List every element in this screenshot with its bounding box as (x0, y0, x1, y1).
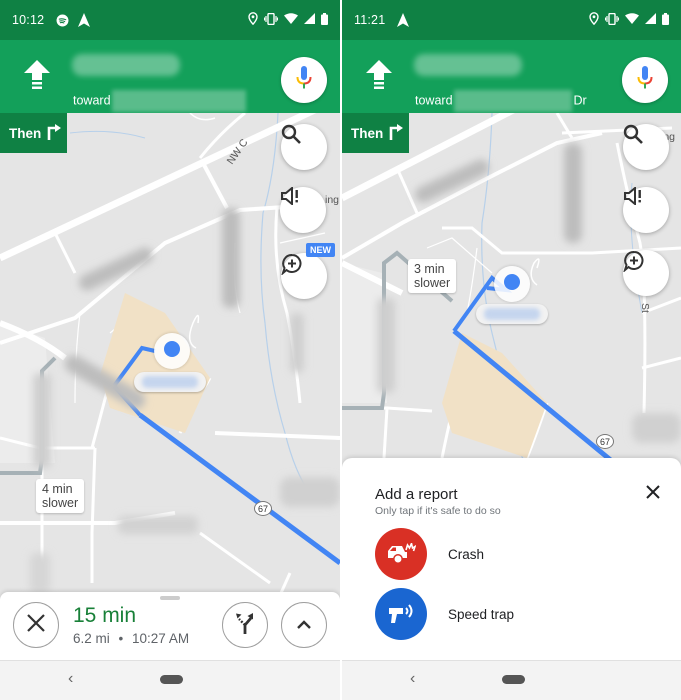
crash-icon (375, 528, 427, 580)
add-report-button[interactable] (623, 250, 669, 296)
sound-alert-button[interactable] (623, 187, 669, 233)
street-label-2: ing (325, 194, 339, 206)
sound-alert-button[interactable] (280, 187, 326, 233)
location-pin-icon (248, 12, 258, 28)
alt-route-time: 3 min (414, 262, 445, 276)
google-mic-icon (637, 65, 653, 95)
report-subtitle: Only tap if it's safe to do so (375, 505, 501, 517)
vibrate-icon (263, 12, 279, 28)
new-badge: NEW (306, 243, 335, 257)
current-location-label (134, 372, 206, 392)
separator-dot: • (118, 631, 124, 646)
status-time: 10:12 (12, 13, 45, 27)
crash-label: Crash (448, 546, 485, 562)
turn-right-icon (47, 123, 62, 143)
voice-search-button[interactable] (281, 57, 327, 103)
close-icon (27, 613, 45, 637)
toward-prefix: toward (73, 93, 111, 108)
status-bar: 10:12 (0, 0, 340, 40)
status-bar: 11:21 (342, 0, 681, 40)
toward-line: toward Dr (415, 90, 587, 112)
navigation-header[interactable]: toward Dr (342, 40, 681, 113)
cell-signal-icon (645, 13, 656, 27)
location-pin-icon (589, 12, 599, 28)
current-location-marker[interactable] (494, 266, 530, 302)
toward-street-redacted (111, 90, 246, 112)
location-dot (504, 274, 520, 290)
then-label: Then (9, 125, 42, 141)
add-report-sheet: Add a report Only tap if it's safe to do… (342, 458, 681, 660)
left-screen: 10:12 toward Then NW C ing 4 min slower … (0, 0, 340, 700)
wifi-icon (625, 13, 639, 27)
add-report-button[interactable] (281, 253, 327, 299)
expand-panel-button[interactable] (281, 602, 327, 648)
alt-route-time: 4 min (42, 482, 73, 496)
home-pill-icon[interactable] (502, 675, 525, 684)
drag-handle[interactable] (160, 596, 180, 600)
toward-line: toward (73, 90, 248, 112)
then-instruction: Then (0, 113, 67, 153)
current-location-marker[interactable] (154, 333, 190, 369)
report-speed-trap[interactable]: Speed trap (375, 588, 514, 640)
alt-route-desc: slower (42, 496, 79, 510)
route-shield: 67 (254, 501, 272, 516)
straight-arrow-icon (366, 60, 392, 92)
alt-route-label[interactable]: 3 min slower (408, 259, 457, 293)
google-mic-icon (296, 65, 312, 95)
cell-signal-icon (304, 13, 315, 27)
speed-trap-label: Speed trap (448, 606, 515, 622)
speed-trap-icon (375, 588, 427, 640)
spotify-icon (54, 12, 70, 28)
alt-route-desc: slower (414, 276, 451, 290)
exit-navigation-button[interactable] (13, 602, 59, 648)
search-button[interactable] (281, 124, 327, 170)
straight-arrow-icon (24, 60, 50, 92)
battery-icon (321, 12, 328, 28)
back-chevron-icon[interactable]: ‹ (410, 670, 415, 688)
navigation-arrow-icon (76, 12, 92, 28)
report-crash[interactable]: Crash (375, 528, 484, 580)
street-name-redacted (414, 54, 522, 76)
close-icon (646, 484, 660, 504)
turn-right-icon (389, 123, 404, 143)
back-chevron-icon[interactable]: ‹ (68, 670, 73, 688)
eta-details: 6.2 mi • 10:27 AM (73, 631, 189, 646)
toward-suffix: Dr (573, 93, 587, 108)
navigation-header[interactable]: toward (0, 40, 340, 113)
arrival-time: 10:27 AM (132, 631, 190, 646)
battery-icon (662, 12, 669, 28)
trip-distance: 6.2 mi (73, 631, 110, 646)
toward-street-redacted (453, 90, 572, 112)
street-label-2: St (639, 303, 651, 313)
system-nav-bar: ‹ (342, 660, 681, 700)
vibrate-icon (604, 12, 620, 28)
then-instruction: Then (342, 113, 409, 153)
wifi-icon (284, 13, 298, 27)
right-screen: 11:21 toward Dr Then ing St 3 min slower… (342, 0, 681, 700)
current-location-label (476, 304, 548, 324)
close-report-button[interactable] (641, 482, 665, 506)
location-dot (164, 341, 180, 357)
alt-route-label[interactable]: 4 min slower (36, 479, 85, 513)
route-fork-icon (235, 612, 255, 639)
search-button[interactable] (623, 124, 669, 170)
report-title: Add a report (375, 486, 458, 503)
then-label: Then (351, 125, 384, 141)
route-shield: 67 (596, 434, 614, 449)
status-time: 11:21 (354, 13, 386, 27)
alternate-routes-button[interactable] (222, 602, 268, 648)
home-pill-icon[interactable] (160, 675, 183, 684)
system-nav-bar: ‹ (0, 660, 340, 700)
chevron-up-icon (297, 616, 311, 634)
street-name-redacted (72, 54, 180, 76)
trip-summary-panel[interactable]: 15 min 6.2 mi • 10:27 AM (0, 592, 340, 660)
navigation-arrow-icon (395, 12, 411, 28)
voice-search-button[interactable] (622, 57, 668, 103)
eta-duration: 15 min (73, 604, 137, 627)
toward-prefix: toward (415, 93, 453, 108)
